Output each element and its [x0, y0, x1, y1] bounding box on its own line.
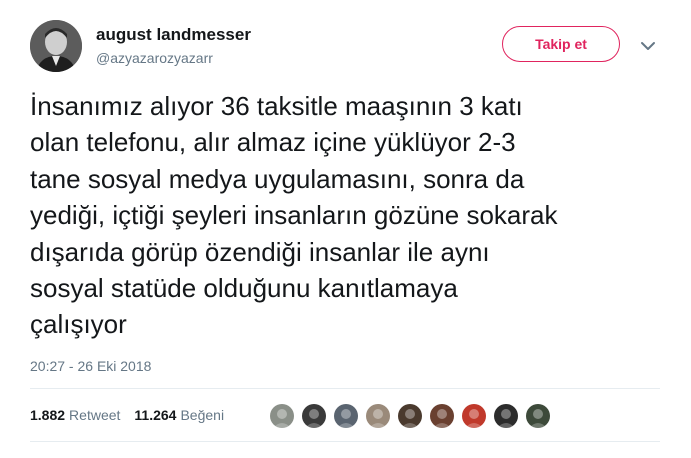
- liker-avatar[interactable]: [364, 402, 392, 430]
- like-count: 11.264: [134, 407, 177, 423]
- user-handle[interactable]: @azyazarozyazarr: [96, 50, 213, 66]
- chevron-down-icon[interactable]: [638, 36, 658, 56]
- like-stat[interactable]: 11.264 Beğeni: [134, 407, 224, 423]
- tweet-stats: 1.882 Retweet 11.264 Beğeni: [30, 407, 224, 423]
- liker-avatars: [268, 402, 556, 430]
- liker-avatar[interactable]: [524, 402, 552, 430]
- retweet-count: 1.882: [30, 407, 66, 423]
- tweet-timestamp[interactable]: 20:27 - 26 Eki 2018: [30, 358, 151, 374]
- retweet-stat[interactable]: 1.882 Retweet: [30, 407, 120, 423]
- display-name[interactable]: august landmesser: [96, 25, 251, 45]
- liker-avatar[interactable]: [268, 402, 296, 430]
- follow-button[interactable]: Takip et: [502, 26, 620, 62]
- liker-avatar[interactable]: [332, 402, 360, 430]
- tweet-text: İnsanımız alıyor 36 taksitle maaşının 3 …: [30, 91, 558, 340]
- liker-avatar[interactable]: [428, 402, 456, 430]
- liker-avatar[interactable]: [396, 402, 424, 430]
- divider: [30, 388, 660, 389]
- retweet-label: Retweet: [69, 407, 121, 423]
- avatar[interactable]: [30, 20, 82, 72]
- liker-avatar[interactable]: [460, 402, 488, 430]
- profile-photo-icon: [30, 20, 82, 72]
- liker-avatar[interactable]: [300, 402, 328, 430]
- liker-avatar[interactable]: [492, 402, 520, 430]
- divider: [30, 441, 660, 442]
- like-label: Beğeni: [180, 407, 225, 423]
